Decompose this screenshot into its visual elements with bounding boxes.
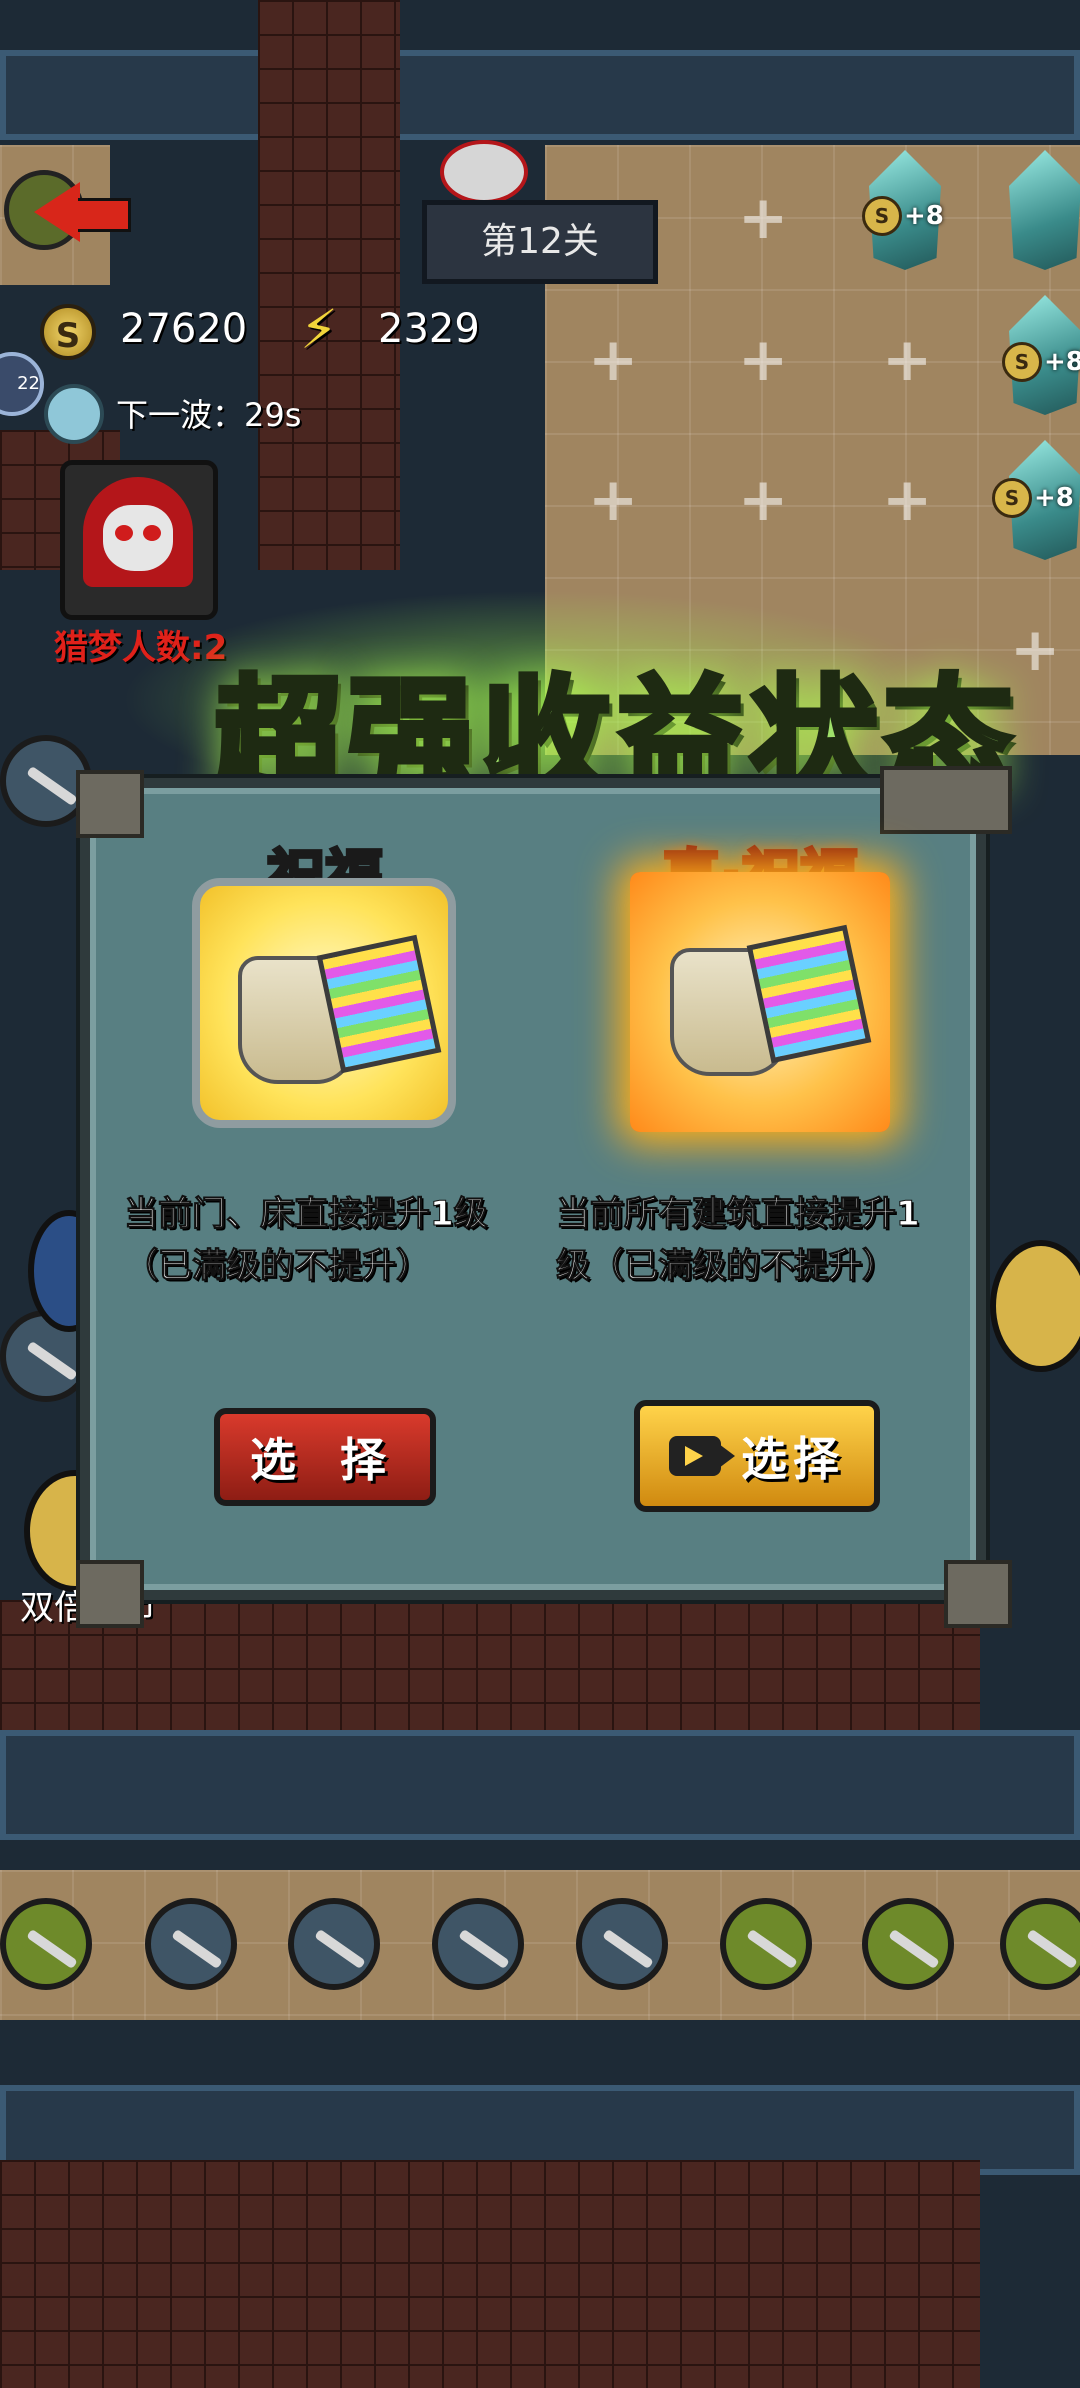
crystal-bonus: S +8 xyxy=(1002,342,1080,382)
crystal-bonus: S +8 xyxy=(862,196,944,236)
bonus-text: +8 xyxy=(1044,347,1080,377)
modal-corner xyxy=(76,1560,144,1628)
true-blessing-item-card[interactable] xyxy=(630,872,890,1132)
modal-corner xyxy=(944,1560,1012,1628)
map-lane-middle xyxy=(0,1730,1080,1840)
blessing-description-line1: 当前门、床直接提升1级 xyxy=(124,1194,489,1235)
select-true-blessing-label: 选择 xyxy=(741,1432,845,1486)
modal-corner xyxy=(76,770,144,838)
build-slot-plus-icon: + xyxy=(738,465,789,535)
coin-icon: S xyxy=(40,304,96,360)
coin-count: 27620 xyxy=(120,306,248,352)
back-button[interactable] xyxy=(0,160,140,250)
blessing-description-line2: （已满级的不提升） xyxy=(124,1246,431,1287)
turret-icon[interactable] xyxy=(862,1898,954,1990)
energy-count: 2329 xyxy=(378,306,480,352)
skull-icon xyxy=(103,505,173,571)
brick-wall-vertical xyxy=(258,0,400,570)
badge-number: 22 xyxy=(17,373,40,394)
true-blessing-description-line1: 当前所有建筑直接提升1 xyxy=(556,1194,921,1235)
select-blessing-button[interactable]: 选 择 xyxy=(214,1408,436,1506)
build-slot-plus-icon: + xyxy=(882,465,933,535)
energy-icon: ⚡ xyxy=(300,298,338,361)
blessing-item-card[interactable] xyxy=(192,878,456,1128)
reaper-head-icon xyxy=(440,140,528,204)
coin-icon: S xyxy=(1002,342,1042,382)
build-slot-plus-icon: + xyxy=(588,325,639,395)
modal-corner xyxy=(880,766,1012,834)
blessing-description: 当前门、床直接提升1级 （已满级的不提升） xyxy=(124,1188,544,1292)
build-slot-plus-icon: + xyxy=(738,325,789,395)
video-camera-icon xyxy=(669,1436,735,1476)
bonus-text: +8 xyxy=(904,201,944,231)
map-lane-top xyxy=(0,50,1080,140)
turret-icon[interactable] xyxy=(576,1898,668,1990)
red-arrow-icon xyxy=(34,182,80,242)
next-wave-timer: 下一波：29s xyxy=(116,396,302,434)
coin-icon: S xyxy=(862,196,902,236)
build-slot-plus-icon: + xyxy=(588,465,639,535)
bonus-text: +8 xyxy=(1034,483,1074,513)
brick-wall-bottom xyxy=(0,2160,980,2388)
build-slot-plus-icon: + xyxy=(738,183,789,253)
coin-icon: S xyxy=(992,478,1032,518)
build-slot-plus-icon: + xyxy=(882,325,933,395)
select-true-blessing-button[interactable]: 选择 xyxy=(634,1400,880,1512)
clock-icon xyxy=(44,384,104,444)
crystal-bonus: S +8 xyxy=(992,478,1074,518)
turret-icon[interactable] xyxy=(145,1898,237,1990)
true-blessing-description: 当前所有建筑直接提升1 级（已满级的不提升） xyxy=(556,1188,976,1292)
turret-icon[interactable] xyxy=(0,1898,92,1990)
turret-icon[interactable] xyxy=(288,1898,380,1990)
turret-icon[interactable] xyxy=(720,1898,812,1990)
level-indicator: 第12关 xyxy=(422,200,658,284)
true-blessing-description-line2: 级（已满级的不提升） xyxy=(556,1246,897,1287)
turret-icon[interactable] xyxy=(432,1898,524,1990)
